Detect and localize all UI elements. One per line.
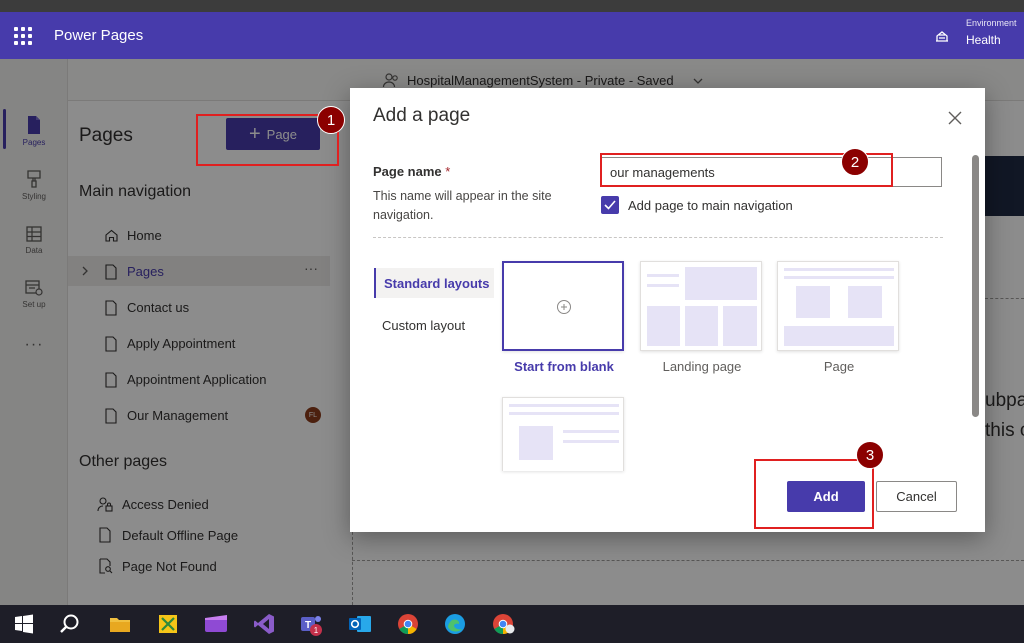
layout-tile-landing-page[interactable] xyxy=(640,261,762,351)
teams-icon[interactable]: T 1 xyxy=(298,611,324,637)
cancel-button[interactable]: Cancel xyxy=(876,481,957,512)
visual-studio-icon[interactable] xyxy=(251,611,277,637)
chrome-profile-icon[interactable] xyxy=(491,611,517,637)
dialog-title: Add a page xyxy=(373,105,471,126)
edge-icon[interactable] xyxy=(442,611,468,637)
environment-name[interactable]: Health xyxy=(966,33,1001,47)
annotation-box-3 xyxy=(754,459,874,529)
add-to-nav-checkbox[interactable] xyxy=(601,196,619,214)
chrome-icon[interactable] xyxy=(395,611,421,637)
search-icon[interactable] xyxy=(57,611,83,637)
app-launcher-icon[interactable] xyxy=(14,27,32,45)
close-icon[interactable] xyxy=(945,108,965,128)
outlook-icon[interactable] xyxy=(347,611,373,637)
window-chrome-strip xyxy=(0,0,1024,12)
page-name-label: Page name * xyxy=(373,164,450,179)
annotation-badge-2: 2 xyxy=(841,148,869,176)
layout-label: Page xyxy=(823,359,855,374)
app-title: Power Pages xyxy=(54,27,144,44)
environment-icon[interactable] xyxy=(933,27,951,45)
annotation-badge-1: 1 xyxy=(317,106,345,134)
layout-tile-page[interactable] xyxy=(777,261,899,351)
add-circle-icon xyxy=(557,300,571,314)
file-explorer-icon[interactable] xyxy=(107,611,133,637)
top-app-bar: Power Pages Environment Health xyxy=(0,12,1024,59)
windows-start-icon[interactable] xyxy=(11,611,37,637)
required-mark: * xyxy=(445,164,451,179)
tab-custom-layout[interactable]: Custom layout xyxy=(382,318,465,333)
environment-label: Environment xyxy=(966,18,1017,28)
video-editor-icon[interactable] xyxy=(203,611,229,637)
layout-label: Start from blank xyxy=(514,359,614,374)
page-name-help: This name will appear in the site naviga… xyxy=(373,189,552,222)
add-to-nav-label[interactable]: Add page to main navigation xyxy=(628,198,793,213)
tab-standard-layouts[interactable]: Standard layouts xyxy=(374,268,494,298)
dialog-scrollbar[interactable] xyxy=(972,155,979,417)
layout-label: Landing page xyxy=(662,359,742,374)
teams-notification-badge: 1 xyxy=(310,624,322,636)
annotation-badge-3: 3 xyxy=(856,441,884,469)
layout-tile-start-from-blank[interactable] xyxy=(502,261,624,351)
snipping-tool-icon[interactable] xyxy=(155,611,181,637)
dialog-separator xyxy=(373,237,943,238)
checkmark-icon xyxy=(604,200,616,210)
page-name-label-text: Page name xyxy=(373,164,442,179)
layout-tile-4[interactable] xyxy=(502,397,624,471)
